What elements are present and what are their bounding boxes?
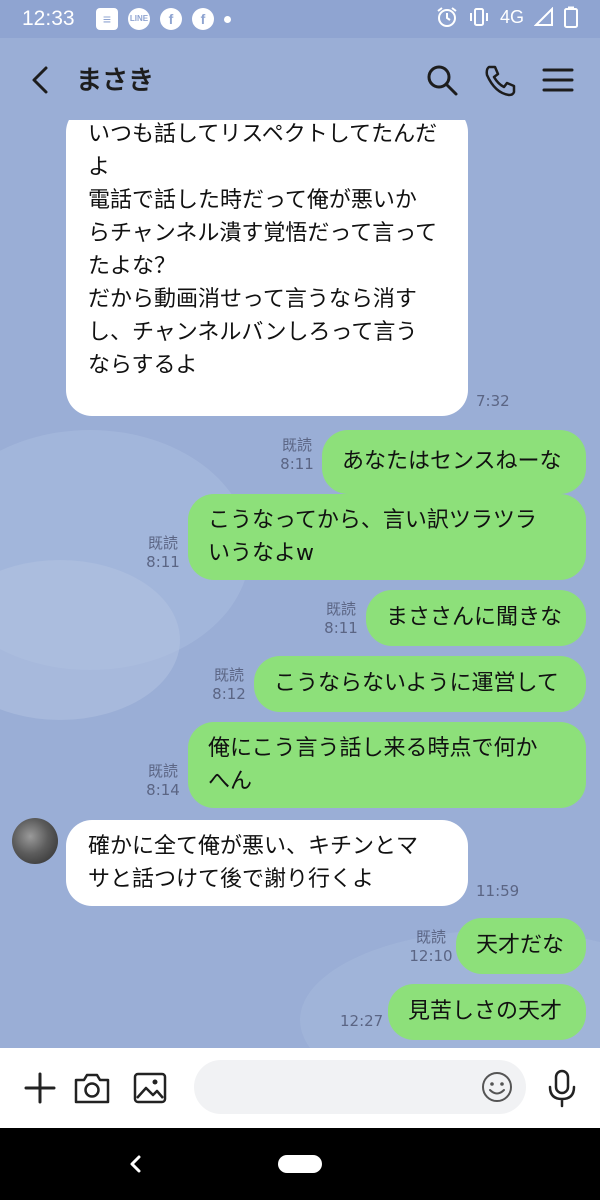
read-status: 既読 [415,928,446,946]
message-text: 俺にこう言う話し来る時点で何か へん [208,736,538,794]
read-status: 既読 [147,534,178,552]
message-input[interactable] [194,1060,526,1114]
message-time: 8:14 [146,781,180,799]
message-notification-icon: ≡ [96,8,118,30]
image-icon[interactable] [128,1066,172,1110]
battery-icon [564,6,578,28]
message-text: こうならないように運営して [274,671,559,696]
message-text: まささんに聞きな [386,605,563,630]
system-navigation-bar [0,1128,600,1200]
more-notifications-icon [224,16,231,23]
message-time: 8:11 [280,455,314,473]
sent-message-bubble[interactable]: あなたはセンスねーな [322,430,586,494]
chat-area[interactable]: いつも話してリスペクトしてたんだ よ 電話で話した時だって俺が悪いか らチャンネ… [0,120,600,1048]
notification-icons: ≡ LINE f f [96,8,231,30]
message-input-bar [0,1048,600,1128]
menu-icon[interactable] [538,60,578,100]
received-message-bubble[interactable]: 確かに全て俺が悪い、キチンとマ サと話つけて後で謝り行くよ [66,820,468,906]
search-icon[interactable] [422,60,462,100]
status-time: 12:33 [22,7,75,30]
sent-message-bubble[interactable]: こうなってから、言い訳ツラツラ いうなよw [188,494,586,580]
message-text: 天才だな [476,933,565,958]
line-notification-icon: LINE [128,8,150,30]
read-status: 既読 [213,666,244,684]
sent-message-bubble[interactable]: こうならないように運営して [254,656,586,712]
message-text: こうなってから、言い訳ツラツラ いうなよw [208,508,537,566]
facebook-notification-icon: f [192,8,214,30]
message-text: 確かに全て俺が悪い、キチンとマ サと話つけて後で謝り行くよ [88,834,419,892]
alarm-icon [437,7,457,27]
message-text: いつも話してリスペクトしてたんだ よ 電話で話した時だって俺が悪いか らチャンネ… [88,122,438,378]
message-time: 8:11 [146,553,180,571]
message-time: 12:10 [409,947,453,965]
read-receipt: 既読 8:12 [210,666,248,704]
status-bar: 12:33 ≡ LINE f f 4G [0,0,600,38]
message-time: 11:59 [476,882,520,900]
phone-icon[interactable] [480,60,520,100]
sent-message-bubble[interactable]: 天才だな [456,918,586,974]
avatar[interactable] [12,818,58,864]
vibrate-icon [469,8,488,26]
read-receipt: 既読 8:11 [278,436,316,474]
back-arrow-icon[interactable] [22,60,62,100]
received-message-bubble[interactable]: いつも話してリスペクトしてたんだ よ 電話で話した時だって俺が悪いか らチャンネ… [66,120,468,416]
read-receipt: 既読 8:11 [322,600,360,638]
message-time: 8:12 [212,685,246,703]
read-receipt: 既読 8:11 [144,534,182,572]
sent-message-bubble[interactable]: 俺にこう言う話し来る時点で何か へん [188,722,586,808]
message-time: 7:32 [476,392,510,410]
plus-icon[interactable] [18,1066,62,1110]
nav-back-icon[interactable] [122,1150,150,1178]
facebook-notification-icon: f [160,8,182,30]
sent-message-bubble[interactable]: まささんに聞きな [366,590,586,646]
system-icons: 4G [436,6,578,28]
message-text: 見苦しさの天才 [408,999,563,1024]
message-text: あなたはセンスねーな [342,449,562,474]
read-status: 既読 [147,762,178,780]
microphone-icon[interactable] [540,1066,584,1110]
network-type: 4G [499,6,524,27]
signal-icon [534,7,553,26]
read-status: 既読 [325,600,356,618]
chat-title: まさき [76,66,155,96]
nav-home-button[interactable] [278,1155,322,1173]
message-time: 8:11 [324,619,358,637]
camera-icon[interactable] [70,1066,114,1110]
sent-message-bubble[interactable]: 見苦しさの天才 [388,984,586,1040]
message-time: 12:27 [340,1012,384,1030]
read-receipt: 既読 12:10 [408,928,454,966]
read-receipt: 既読 8:14 [144,762,182,800]
chat-header: まさき [0,38,600,120]
emoji-icon[interactable] [480,1070,514,1104]
read-status: 既読 [281,436,312,454]
